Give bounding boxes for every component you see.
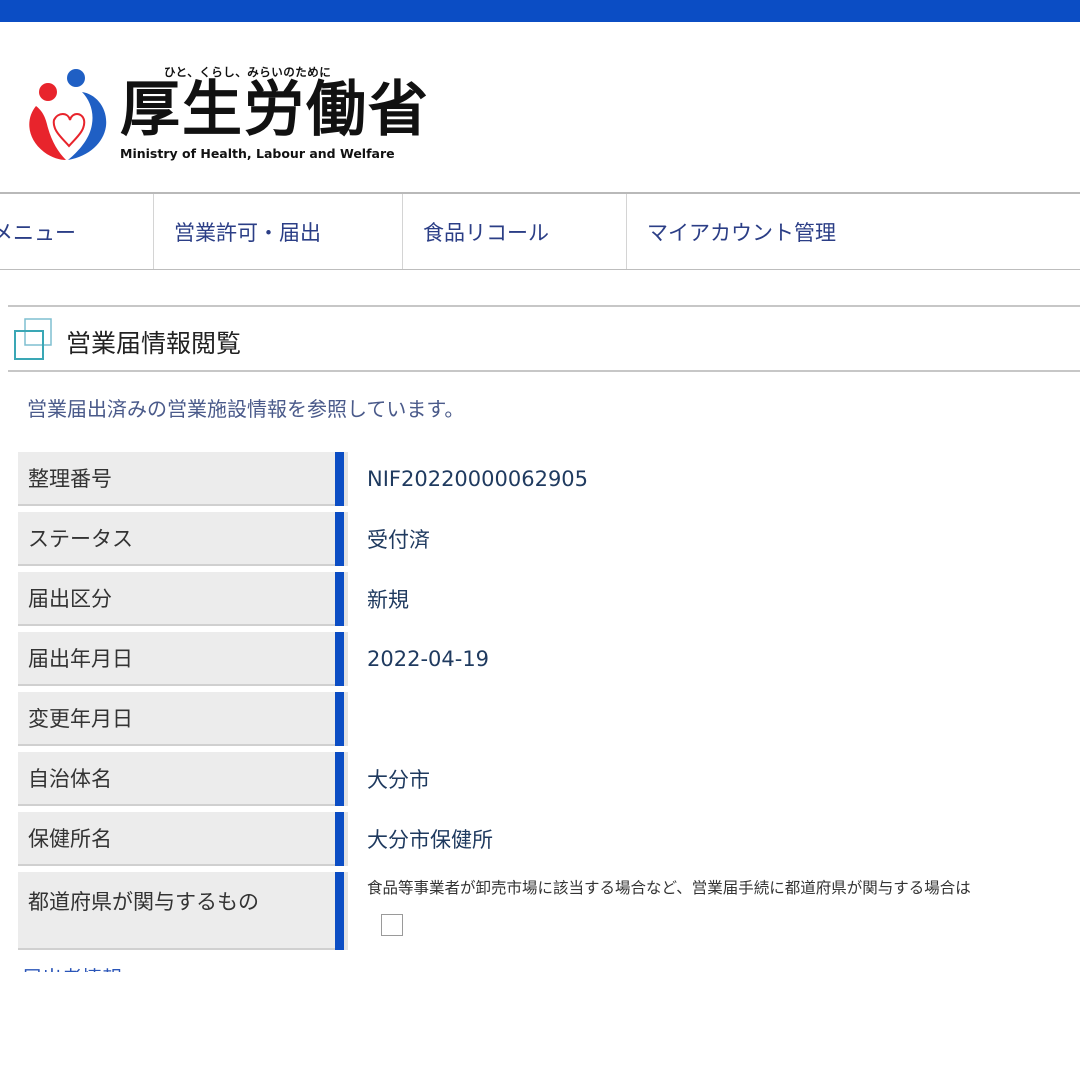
detail-table: 整理番号 NIF20220000062905 ステータス 受付済 届出区分 新規… [18, 452, 1080, 952]
detail-row-notification-type: 届出区分 新規 [18, 572, 1080, 632]
logo-english-name: Ministry of Health, Labour and Welfare [120, 146, 395, 161]
row-accent-bar [335, 752, 344, 806]
row-label: 届出年月日 [18, 632, 335, 686]
row-divider [344, 752, 348, 806]
detail-row-notification-date: 届出年月日 2022-04-19 [18, 632, 1080, 692]
row-value: 新規 [367, 588, 409, 612]
page-title-panel: 営業届情報閲覧 [8, 305, 1080, 372]
row-divider [344, 872, 348, 950]
top-accent-bar [0, 0, 1080, 22]
detail-row-reference-number: 整理番号 NIF20220000062905 [18, 452, 1080, 512]
row-value: 大分市保健所 [367, 828, 493, 852]
row-label: 自治体名 [18, 752, 335, 806]
row-label: 都道府県が関与するもの [18, 872, 335, 950]
row-accent-bar [335, 512, 344, 566]
row-value: 大分市 [367, 768, 430, 792]
row-value: 2022-04-19 [367, 647, 490, 671]
row-label: 変更年月日 [18, 692, 335, 746]
site-header: ひと、くらし、みらいのために 厚生労働省 Ministry of Health,… [0, 22, 1080, 194]
row-divider [344, 812, 348, 866]
detail-row-change-date: 変更年月日 [18, 692, 1080, 752]
window-stack-icon [14, 318, 52, 360]
row-label: ステータス [18, 512, 335, 566]
nav-item-business-permit[interactable]: 営業許可・届出 [154, 194, 403, 269]
detail-row-prefecture-involvement: 都道府県が関与するもの 食品等事業者が卸売市場に該当する場合など、営業届手続に都… [18, 872, 1080, 952]
row-accent-bar [335, 632, 344, 686]
ministry-logo[interactable]: ひと、くらし、みらいのために 厚生労働省 Ministry of Health,… [22, 60, 428, 170]
ministry-logo-mark-icon [29, 69, 107, 160]
nav-item-label: マイアカウント管理 [647, 220, 836, 245]
row-label: 届出区分 [18, 572, 335, 626]
row-accent-bar [335, 692, 344, 746]
prefecture-involvement-checkbox[interactable] [381, 914, 403, 936]
nav-item-food-recall[interactable]: 食品リコール [403, 194, 627, 269]
next-section-label: 届出者情報 [22, 962, 122, 972]
prefecture-involvement-note: 食品等事業者が卸売市場に該当する場合など、営業届手続に都道府県が関与する場合は [367, 879, 971, 897]
row-accent-bar [335, 452, 344, 506]
logo-name: 厚生労働省 [120, 75, 430, 145]
nav-item-menu[interactable]: メニュー [0, 194, 154, 269]
row-divider [344, 692, 348, 746]
row-divider [344, 512, 348, 566]
next-section-heading: 届出者情報 [22, 958, 222, 972]
nav-item-my-account[interactable]: マイアカウント管理 [627, 194, 1080, 269]
nav-item-label: 営業許可・届出 [174, 220, 321, 245]
nav-item-label: 食品リコール [423, 220, 549, 245]
main-navigation: メニュー 営業許可・届出 食品リコール マイアカウント管理 [0, 194, 1080, 270]
row-accent-bar [335, 812, 344, 866]
page-description: 営業届出済みの営業施設情報を参照しています。 [27, 397, 465, 421]
row-accent-bar [335, 572, 344, 626]
row-value: 受付済 [367, 528, 430, 552]
row-value: NIF20220000062905 [367, 467, 589, 491]
detail-row-status: ステータス 受付済 [18, 512, 1080, 572]
row-divider [344, 452, 348, 506]
detail-row-health-center: 保健所名 大分市保健所 [18, 812, 1080, 872]
detail-row-municipality: 自治体名 大分市 [18, 752, 1080, 812]
row-divider [344, 572, 348, 626]
row-label: 整理番号 [18, 452, 335, 506]
nav-item-label: メニュー [0, 220, 76, 245]
row-accent-bar [335, 872, 344, 950]
page-title: 営業届情報閲覧 [66, 329, 242, 358]
row-label: 保健所名 [18, 812, 335, 866]
row-divider [344, 632, 348, 686]
